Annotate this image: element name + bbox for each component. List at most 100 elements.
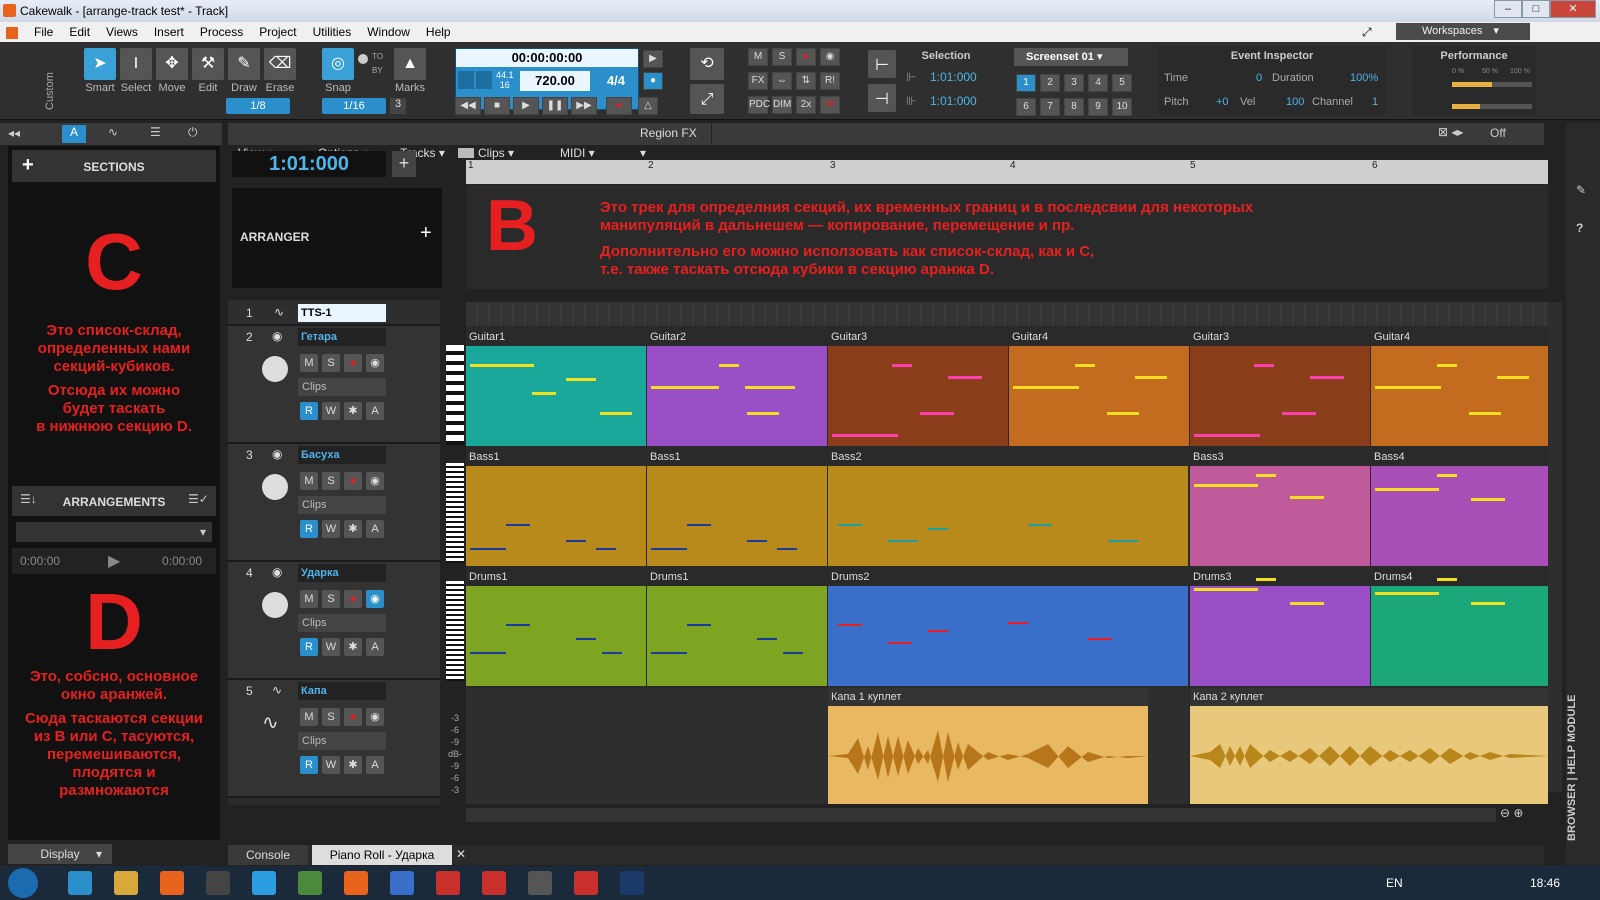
smart-tool-button[interactable]: ➤ xyxy=(84,48,116,80)
menu-project[interactable]: Project xyxy=(251,25,304,39)
track-3[interactable]: 3 ◉ Басуха M S ● ◉ Clips R W ✱ A xyxy=(228,444,440,562)
empty-lane[interactable] xyxy=(466,688,828,804)
meter-field[interactable]: 4/4 xyxy=(596,71,636,91)
lane-view-dropdown[interactable]: Clips xyxy=(298,496,386,514)
screenset-7[interactable]: 7 xyxy=(1040,98,1060,116)
auto-shuttle-button[interactable]: ⤢ xyxy=(690,84,724,114)
erase-tool-button[interactable]: ⌫ xyxy=(264,48,296,80)
clip[interactable]: Drums2 xyxy=(828,568,1188,686)
lane-view-dropdown[interactable]: Clips xyxy=(298,378,386,396)
channel-value[interactable]: 1 xyxy=(1372,96,1378,108)
menu-process[interactable]: Process xyxy=(192,25,251,39)
automation-off[interactable]: Off xyxy=(1490,126,1506,140)
mute-button[interactable]: M xyxy=(300,354,318,372)
now-time[interactable]: 1:01:000 xyxy=(232,151,386,177)
draw-tool-button[interactable]: ✎ xyxy=(228,48,260,80)
tts-lane[interactable] xyxy=(466,302,1548,326)
arrangement-check-icon[interactable]: ☰✓ xyxy=(188,492,209,506)
archive-button[interactable]: A xyxy=(366,402,384,420)
snap-button[interactable]: ◎ xyxy=(322,48,354,80)
browser-help-tab[interactable]: BROWSER | HELP MODULE xyxy=(1566,683,1600,853)
count-in-icon[interactable] xyxy=(476,71,492,89)
track-name[interactable]: TTS-1 xyxy=(298,304,386,322)
dim-button[interactable]: DIM xyxy=(772,96,792,114)
input-echo-button[interactable]: ◉ xyxy=(366,354,384,372)
rewind-button[interactable]: ◀◀ xyxy=(455,97,481,115)
fx-star-icon[interactable]: ✱ xyxy=(344,756,362,774)
clip[interactable]: Drums1 xyxy=(466,568,646,686)
screenset-1[interactable]: 1 xyxy=(1016,74,1036,92)
write-button[interactable]: W xyxy=(322,756,340,774)
transport-time[interactable]: 00:00:00:00 xyxy=(456,49,638,67)
chrome-icon[interactable] xyxy=(298,871,322,895)
expand-icon[interactable]: ⤢ xyxy=(1362,22,1372,42)
draw-snap-value[interactable]: 1/8 xyxy=(226,98,290,114)
arrangement-play-icon[interactable]: ▶ xyxy=(108,551,120,571)
opera-icon[interactable] xyxy=(482,871,506,895)
input-echo-button[interactable]: ◉ xyxy=(366,708,384,726)
menu-edit[interactable]: Edit xyxy=(61,25,98,39)
loop-button[interactable]: ⟲ xyxy=(690,48,724,80)
add-arranger-section-icon[interactable]: + xyxy=(420,222,432,245)
pitch-value[interactable]: +0 xyxy=(1216,96,1229,108)
select-tool-button[interactable]: I xyxy=(120,48,152,80)
horizontal-scrollbar[interactable] xyxy=(466,808,1496,822)
screenset-4[interactable]: 4 xyxy=(1088,74,1108,92)
audio-input-icon[interactable]: ∿ xyxy=(262,710,288,736)
workspaces-dropdown[interactable]: Workspaces ▾ xyxy=(1396,23,1530,40)
explorer-icon[interactable] xyxy=(114,871,138,895)
clip[interactable]: Drums3 xyxy=(1190,568,1370,686)
fx-bypass-button[interactable]: FX xyxy=(748,72,768,90)
write-button[interactable]: W xyxy=(322,402,340,420)
add-marker-button[interactable]: + xyxy=(392,151,416,177)
fx-star-icon[interactable]: ✱ xyxy=(344,520,362,538)
language-indicator[interactable]: EN xyxy=(1386,876,1403,890)
archive-button[interactable]: A xyxy=(366,520,384,538)
solo-button[interactable]: S xyxy=(322,472,340,490)
track-name[interactable]: Басуха xyxy=(298,446,386,464)
clip[interactable]: Guitar3 xyxy=(1190,328,1370,446)
help-icon[interactable]: ? xyxy=(1576,221,1583,235)
piano-keyboard[interactable] xyxy=(446,345,464,445)
archive-button[interactable]: A xyxy=(366,638,384,656)
cakewalk-icon[interactable] xyxy=(344,871,368,895)
arm-button[interactable]: ● xyxy=(344,708,362,726)
arrangement-dropdown[interactable]: ▾ xyxy=(16,522,212,542)
clip[interactable]: Drums1 xyxy=(647,568,827,686)
menu-window[interactable]: Window xyxy=(359,25,418,39)
region-fx-menu[interactable]: Region FX ▾ xyxy=(630,123,712,160)
input-echo-all-button[interactable]: ◉ xyxy=(820,48,840,66)
power-icon[interactable]: ⏻ xyxy=(188,125,198,140)
marks-button[interactable]: ▲ xyxy=(394,48,426,80)
time-value[interactable]: 0 xyxy=(1256,72,1262,84)
mute-all-button[interactable]: M xyxy=(748,48,768,66)
maximize-button[interactable]: □ xyxy=(1522,0,1550,18)
close-button[interactable]: ✕ xyxy=(1550,0,1596,18)
clip[interactable]: Guitar3 xyxy=(828,328,1008,446)
write-button[interactable]: W xyxy=(322,520,340,538)
clip[interactable]: Bass4 xyxy=(1371,448,1548,566)
clip[interactable]: Drums4 xyxy=(1371,568,1548,686)
metronome-icon[interactable] xyxy=(458,71,474,89)
record-mode-icon[interactable]: ● xyxy=(643,72,663,90)
selection-end[interactable]: 1:01:000 xyxy=(930,94,977,108)
track-5[interactable]: 5 ∿ Капа ∿ M S ● ◉ Clips R W ✱ A xyxy=(228,680,440,798)
clip[interactable]: Капа 2 куплет xyxy=(1190,688,1548,804)
midi-output-icon[interactable] xyxy=(262,592,288,618)
now-marker-icon[interactable] xyxy=(458,148,474,158)
midi-thru-icon[interactable]: ⇔ xyxy=(772,72,792,90)
menu-utilities[interactable]: Utilities xyxy=(305,25,360,39)
input-echo-button[interactable]: ◉ xyxy=(366,472,384,490)
tab-console[interactable]: Console xyxy=(228,845,308,865)
fast-forward-button[interactable]: ▶▶ xyxy=(571,97,597,115)
pencil-icon[interactable]: ✎ xyxy=(1576,183,1586,197)
solo-all-button[interactable]: S xyxy=(772,48,792,66)
arm-all-button[interactable]: ● xyxy=(796,48,816,66)
piano-keyboard[interactable] xyxy=(446,463,464,563)
screenset-9[interactable]: 9 xyxy=(1088,98,1108,116)
pause-button[interactable]: ❚❚ xyxy=(542,97,568,115)
selection-end-icon[interactable]: ⊣ xyxy=(868,84,896,112)
mute-button[interactable]: M xyxy=(300,590,318,608)
double-speed-button[interactable]: 2x xyxy=(796,96,816,114)
screenset-6[interactable]: 6 xyxy=(1016,98,1036,116)
